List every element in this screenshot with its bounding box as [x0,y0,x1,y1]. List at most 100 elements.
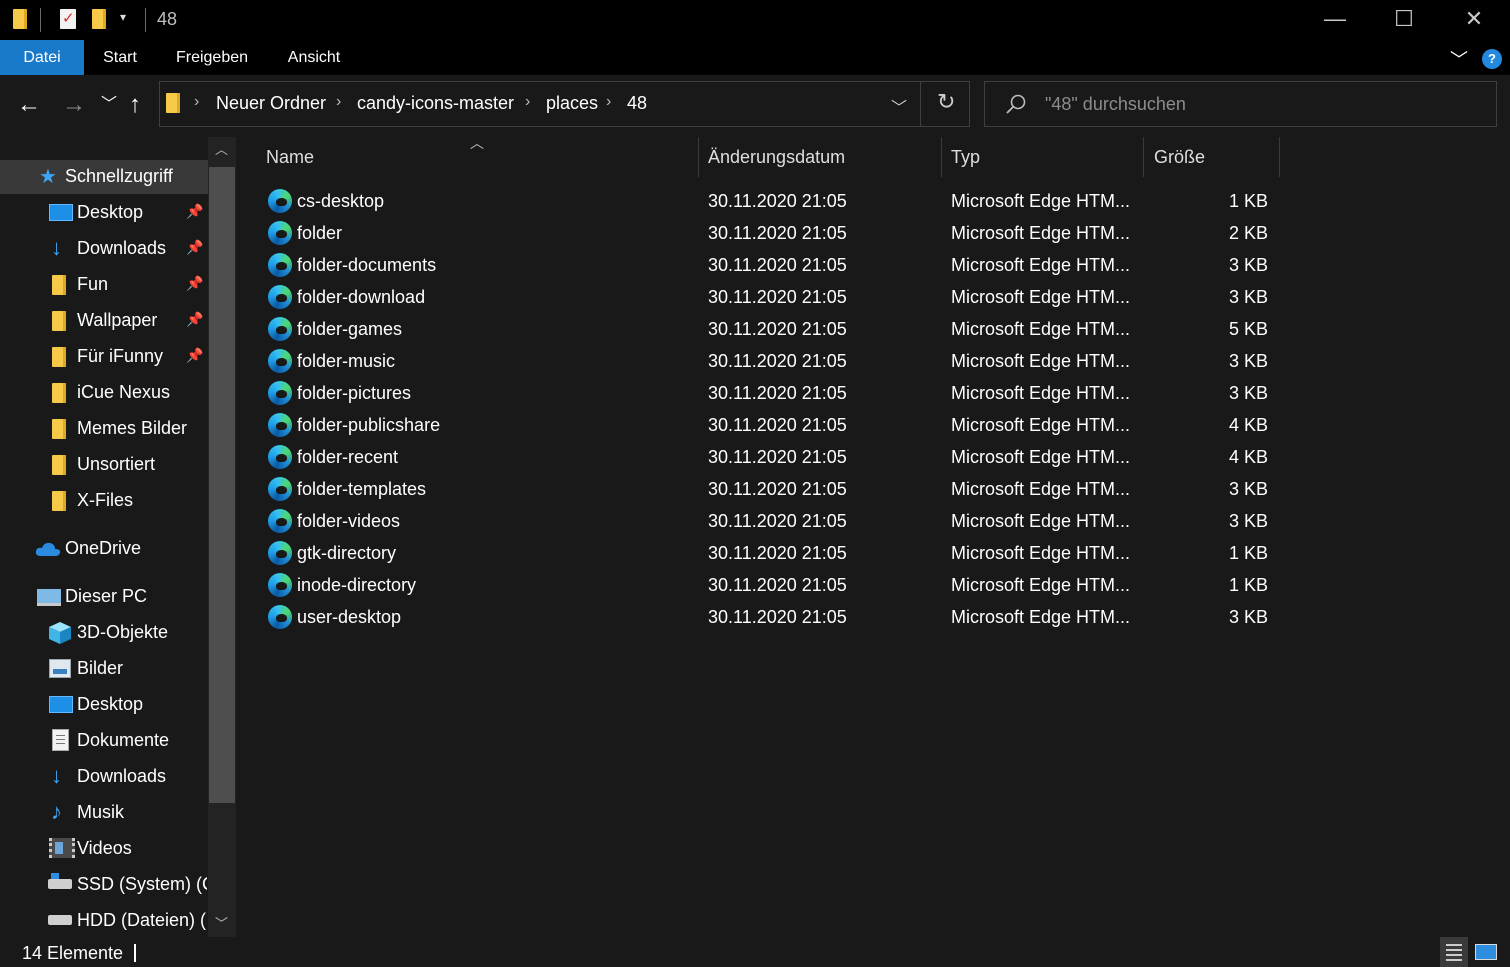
folder-icon [52,491,66,511]
scroll-down-icon[interactable]: ﹀ [215,913,228,932]
edge-html-icon [268,509,292,533]
sidebar-item-desktop[interactable]: Desktop 📌 [0,196,208,230]
column-divider[interactable] [698,137,699,177]
sidebar-item-unsortiert[interactable]: Unsortiert [0,448,208,482]
breadcrumb-item[interactable]: places [546,93,598,114]
pin-icon[interactable]: 📌 [186,239,203,256]
new-folder-icon[interactable] [92,9,106,29]
column-header-type[interactable]: Typ [951,147,980,168]
close-button[interactable]: ✕ [1439,0,1509,40]
sidebar-item-videos[interactable]: Videos [0,832,208,866]
column-divider[interactable] [1279,137,1280,177]
sidebar-item-musik[interactable]: ♪ Musik [0,796,208,830]
file-row[interactable]: folder-templates 30.11.2020 21:05 Micros… [266,474,1510,506]
file-name: folder-download [297,287,426,307]
column-header-date[interactable]: Änderungsdatum [708,147,845,168]
file-row[interactable]: cs-desktop 30.11.2020 21:05 Microsoft Ed… [266,186,1510,218]
file-row[interactable]: folder 30.11.2020 21:05 Microsoft Edge H… [266,218,1510,250]
breadcrumb-item[interactable]: candy-icons-master [357,93,514,114]
pin-icon[interactable]: 📌 [186,311,203,328]
folder-icon [13,9,27,29]
breadcrumb-item[interactable]: 48 [627,93,647,114]
sidebar-item-dieser-pc[interactable]: Dieser PC [0,580,208,614]
help-button[interactable]: ? [1482,49,1502,69]
sidebar-item-schnellzugriff[interactable]: ★ Schnellzugriff [0,160,208,194]
edge-html-icon [268,253,292,277]
file-row[interactable]: gtk-directory 30.11.2020 21:05 Microsoft… [266,538,1510,570]
sidebar-item-fun[interactable]: Fun 📌 [0,268,208,302]
sidebar-item-downloads-pc[interactable]: ↓ Downloads [0,760,208,794]
file-row[interactable]: folder-download 30.11.2020 21:05 Microso… [266,282,1510,314]
cube-icon [49,622,71,644]
computer-icon [37,589,61,606]
address-bar[interactable]: › Neuer Ordner › candy-icons-master › pl… [159,81,970,127]
chevron-right-icon[interactable]: › [525,93,530,111]
column-divider[interactable] [941,137,942,177]
details-view-button[interactable] [1440,937,1468,967]
file-size: 3 KB [1228,383,1268,403]
file-row[interactable]: folder-videos 30.11.2020 21:05 Microsoft… [266,506,1510,538]
large-icons-view-button[interactable] [1472,937,1500,967]
column-divider[interactable] [1143,137,1144,177]
file-row[interactable]: folder-recent 30.11.2020 21:05 Microsoft… [266,442,1510,474]
sidebar-item-desktop-pc[interactable]: Desktop [0,688,208,722]
forward-arrow-icon[interactable]: → [62,91,86,119]
file-row[interactable]: folder-documents 30.11.2020 21:05 Micros… [266,250,1510,282]
sidebar-item-onedrive[interactable]: OneDrive [0,532,208,566]
file-row[interactable]: folder-pictures 30.11.2020 21:05 Microso… [266,378,1510,410]
address-history-chevron-icon[interactable]: ﹀ [891,94,907,118]
file-row[interactable]: folder-publicshare 30.11.2020 21:05 Micr… [266,410,1510,442]
file-name: folder-music [297,351,396,371]
chevron-right-icon[interactable]: › [194,93,199,111]
file-date: 30.11.2020 21:05 [708,287,847,307]
edge-html-icon [268,477,292,501]
breadcrumb-item[interactable]: Neuer Ordner [216,93,326,114]
tab-freigeben[interactable]: Freigeben [162,40,262,75]
folder-icon [52,347,66,367]
search-placeholder: "48" durchsuchen [1045,94,1186,114]
maximize-button[interactable]: ☐ [1369,0,1439,40]
refresh-icon[interactable]: ↻ [937,89,955,115]
details-view-icon [1446,944,1462,946]
file-row[interactable]: folder-music 30.11.2020 21:05 Microsoft … [266,346,1510,378]
tab-ansicht[interactable]: Ansicht [272,40,356,75]
sidebar-item-downloads[interactable]: ↓ Downloads 📌 [0,232,208,266]
sidebar-item-ssd-system[interactable]: SSD (System) (C: [0,868,208,902]
sidebar-item-bilder[interactable]: Bilder [0,652,208,686]
column-header-size[interactable]: Größe [1154,147,1205,168]
sidebar-scrollbar[interactable]: ︿ ﹀ [208,137,236,937]
sidebar-item-label: Schnellzugriff [65,166,173,186]
scroll-up-icon[interactable]: ︿ [215,139,228,158]
pin-icon[interactable]: 📌 [186,275,203,292]
back-arrow-icon[interactable]: ← [17,91,41,119]
drive-icon [48,915,72,925]
file-row[interactable]: folder-games 30.11.2020 21:05 Microsoft … [266,314,1510,346]
sidebar-item-dokumente[interactable]: Dokumente [0,724,208,758]
up-arrow-icon[interactable]: ↑ [129,91,141,119]
folder-icon [52,455,66,475]
sidebar-item-wallpaper[interactable]: Wallpaper 📌 [0,304,208,338]
sidebar-item-3d-objekte[interactable]: 3D-Objekte [0,616,208,650]
file-row[interactable]: user-desktop 30.11.2020 21:05 Microsoft … [266,602,1510,634]
search-icon [1006,94,1026,114]
search-input[interactable]: "48" durchsuchen [984,81,1497,127]
recent-locations-chevron-icon[interactable]: ﹀ [101,91,117,119]
expand-ribbon-icon[interactable]: ﹀ [1450,46,1468,72]
tab-datei[interactable]: Datei [0,40,84,75]
chevron-right-icon[interactable]: › [606,93,611,111]
sidebar-item-memes-bilder[interactable]: Memes Bilder [0,412,208,446]
sidebar-item-hdd-dateien[interactable]: HDD (Dateien) (D [0,904,208,938]
pin-icon[interactable]: 📌 [186,203,203,220]
sidebar-item-fuer-ifunny[interactable]: Für iFunny 📌 [0,340,208,374]
customize-quick-access-icon[interactable]: ▾ [120,10,126,24]
tab-start[interactable]: Start [88,40,152,75]
pin-icon[interactable]: 📌 [186,347,203,364]
chevron-right-icon[interactable]: › [336,93,341,111]
column-header-name[interactable]: Name [266,147,314,168]
minimize-button[interactable]: — [1300,0,1370,40]
file-row[interactable]: inode-directory 30.11.2020 21:05 Microso… [266,570,1510,602]
sidebar-item-icue-nexus[interactable]: iCue Nexus [0,376,208,410]
sidebar-item-x-files[interactable]: X-Files [0,484,208,518]
properties-icon[interactable] [60,9,76,29]
scrollbar-thumb[interactable] [209,167,235,803]
